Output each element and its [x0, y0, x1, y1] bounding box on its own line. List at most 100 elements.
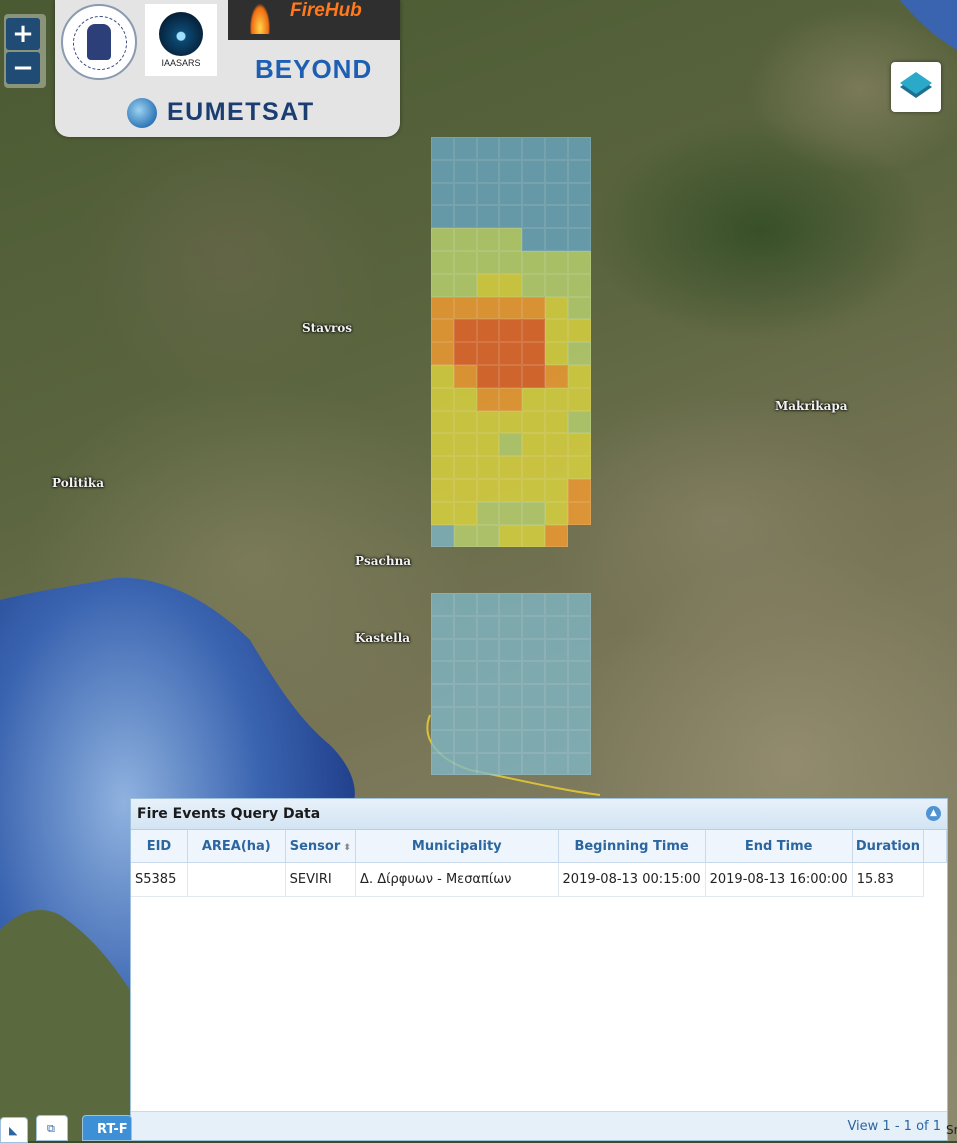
fire-grid-cell — [431, 433, 454, 457]
fire-grid-cell — [522, 159, 545, 183]
partner-logos: IAASARS FireHub BEYOND EUMETSAT — [55, 0, 400, 137]
fire-grid-cell — [499, 387, 523, 411]
fire-grid-cell — [431, 479, 454, 502]
fire-grid-cell — [453, 593, 477, 616]
fire-grid-cell — [522, 387, 545, 411]
iaasars-logo: IAASARS — [145, 4, 217, 76]
fire-grid-cell — [431, 661, 454, 685]
fire-grid-cell — [431, 638, 454, 662]
university-seal-logo — [61, 4, 137, 80]
fire-grid-cell — [431, 296, 454, 320]
fire-grid-cell — [453, 433, 477, 457]
fire-grid-cell — [431, 228, 454, 251]
fire-grid-cell — [567, 456, 591, 479]
fire-grid-cell — [545, 524, 568, 548]
fire-grid-cell — [522, 251, 545, 274]
fire-grid-cell — [567, 365, 591, 388]
fire-grid-cell — [567, 479, 591, 502]
fire-grid-cell — [453, 342, 477, 365]
beyond-logo: BEYOND — [255, 54, 373, 84]
fire-grid-cell — [476, 365, 500, 388]
fire-grid-cell — [453, 479, 477, 502]
fire-grid-cell — [453, 159, 477, 183]
fire-grid-cell — [545, 479, 568, 502]
fire-grid-cell — [476, 342, 500, 365]
fire-grid-cell — [431, 501, 454, 525]
column-header-sensor[interactable]: Sensor ⬍ — [285, 830, 357, 863]
fire-grid-cell — [567, 707, 591, 730]
fire-grid-cell — [545, 159, 568, 183]
fire-grid-cell — [476, 251, 500, 274]
fire-grid-cell — [431, 273, 454, 297]
taskbar-pointer-button[interactable]: ◣ — [0, 1117, 28, 1143]
fire-grid-cell — [522, 661, 545, 685]
fire-grid-cell — [499, 410, 523, 434]
table-row[interactable]: S5385 SEVIRI Δ. Δίρφυων - Μεσαπίων 2019-… — [131, 862, 947, 897]
fire-grid-cell — [476, 228, 500, 251]
collapse-panel-icon[interactable]: ▲ — [926, 806, 941, 821]
fire-grid-cell — [476, 615, 500, 639]
layer-switcher-button[interactable] — [891, 62, 941, 112]
fire-grid-cell — [499, 593, 523, 616]
fire-grid-cell — [567, 638, 591, 662]
fire-grid-cell — [499, 752, 523, 776]
fire-grid-cell — [476, 205, 500, 229]
fire-grid-cell — [522, 524, 545, 548]
fire-grid-cell — [567, 410, 591, 434]
fire-grid-cell — [545, 707, 568, 730]
taskbar-window-button[interactable]: ⧉ — [36, 1115, 68, 1141]
zoom-out-button[interactable]: − — [6, 52, 40, 84]
fire-grid-cell — [522, 410, 545, 434]
fire-grid-cell — [545, 228, 568, 251]
fire-grid-cell — [522, 319, 545, 343]
fire-grid-cell — [522, 707, 545, 730]
fire-grid-cell — [499, 479, 523, 502]
taskbar-tab-rtf[interactable]: RT-F — [82, 1115, 132, 1141]
fire-grid-cell — [499, 638, 523, 662]
fire-grid-cell — [476, 707, 500, 730]
cell-area — [187, 862, 286, 897]
fire-grid-cell — [453, 707, 477, 730]
fire-grid-cell — [545, 638, 568, 662]
fire-grid-cell — [499, 342, 523, 365]
fire-grid-cell — [453, 319, 477, 343]
zoom-in-button[interactable]: + — [6, 18, 40, 50]
fire-grid-cell — [453, 524, 477, 548]
fire-grid-cell — [499, 205, 523, 229]
fire-grid-cell — [431, 684, 454, 707]
column-header-end-time[interactable]: End Time — [705, 830, 853, 863]
column-header-eid[interactable]: EID — [131, 830, 188, 863]
place-label: Stavros — [302, 321, 353, 335]
cell-duration: 15.83 — [852, 862, 925, 897]
fire-grid-cell — [476, 433, 500, 457]
fire-grid-cell — [545, 593, 568, 616]
fire-grid-cell — [453, 456, 477, 479]
fire-grid-cell — [567, 615, 591, 639]
column-header-beginning-time[interactable]: Beginning Time — [558, 830, 706, 863]
fire-grid-cell — [567, 593, 591, 616]
fire-grid-cell — [431, 456, 454, 479]
fire-grid-cell — [545, 296, 568, 320]
fire-grid-cell — [499, 433, 523, 457]
edge-text: Sr — [946, 1123, 957, 1137]
fire-grid-cell — [453, 228, 477, 251]
fire-grid-cell — [499, 524, 523, 548]
fire-grid-cell — [567, 752, 591, 776]
firehub-logo: FireHub — [228, 0, 400, 40]
column-header-duration[interactable]: Duration — [852, 830, 925, 863]
fire-grid-cell — [453, 684, 477, 707]
flame-icon — [250, 4, 270, 34]
fire-grid-cell — [545, 433, 568, 457]
fire-grid-cell — [522, 456, 545, 479]
fire-grid-cell — [499, 456, 523, 479]
column-header-area[interactable]: AREA(ha) — [187, 830, 286, 863]
fire-grid-cell — [453, 182, 477, 206]
cell-eid: S5385 — [131, 862, 188, 897]
fire-grid-cell — [567, 387, 591, 411]
fire-grid-cell — [453, 501, 477, 525]
fire-grid-cell — [499, 251, 523, 274]
fire-grid-cell — [567, 501, 591, 525]
fire-grid-cell — [476, 661, 500, 685]
fire-grid-cell — [453, 410, 477, 434]
column-header-municipality[interactable]: Municipality — [355, 830, 559, 863]
